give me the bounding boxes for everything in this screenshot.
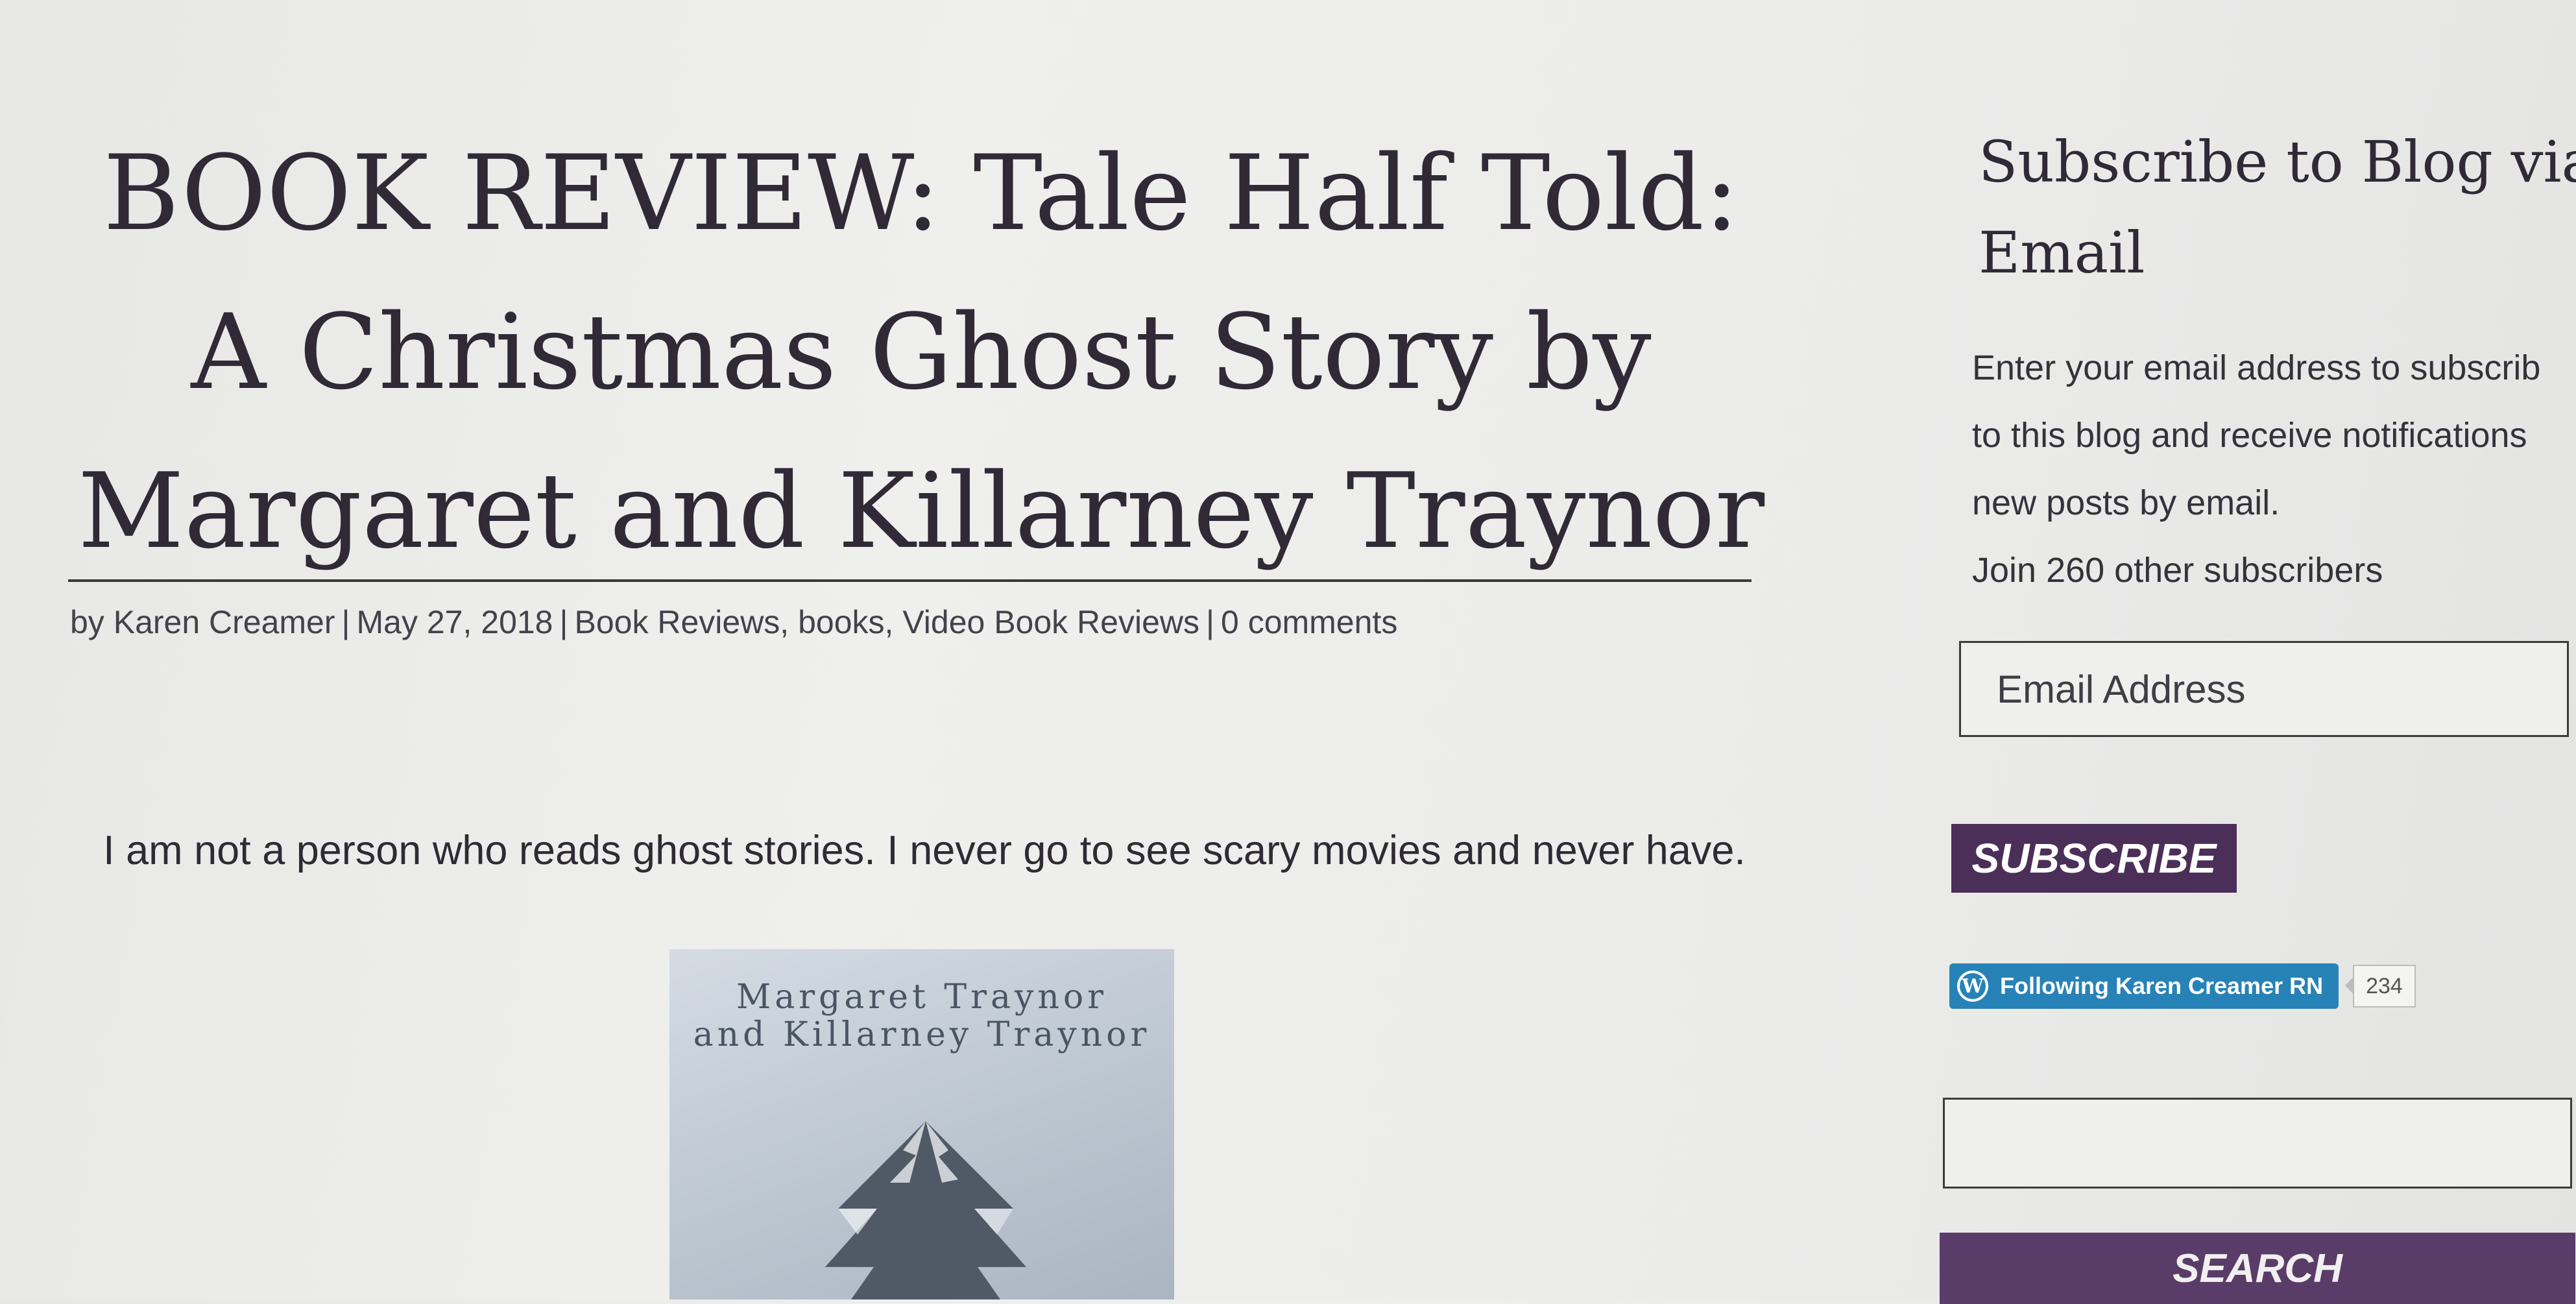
meta-by: by bbox=[70, 604, 104, 640]
cover-author-line-1: Margaret Traynor bbox=[736, 978, 1108, 1017]
follow-button-label: Following Karen Creamer RN bbox=[2000, 972, 2324, 999]
torn-paper-tree-art bbox=[825, 1121, 1026, 1299]
subscribe-button[interactable]: SUBSCRIBE bbox=[1951, 824, 2237, 893]
book-cover-image[interactable]: Margaret Traynor and Killarney Traynor bbox=[669, 949, 1174, 1299]
subscribe-desc-line-3: new posts by email. bbox=[1972, 483, 2280, 522]
search-button[interactable]: SEARCH bbox=[1940, 1233, 2575, 1304]
category-link-books[interactable]: books bbox=[798, 604, 884, 640]
post-date: May 27, 2018 bbox=[356, 604, 553, 640]
sidebar: Subscribe to Blog via Email Enter your e… bbox=[1940, 0, 2576, 1304]
cover-author-line-2: and Killarney Traynor bbox=[693, 1015, 1151, 1054]
wordpress-icon: W bbox=[1957, 971, 1988, 1002]
subscribe-desc-line-1: Enter your email address to subscrib bbox=[1972, 348, 2541, 387]
follow-button[interactable]: W Following Karen Creamer RN bbox=[1949, 963, 2339, 1009]
post-intro: I am not a person who reads ghost storie… bbox=[103, 828, 1746, 873]
subscribe-widget-title: Subscribe to Blog via Email bbox=[1979, 128, 2576, 286]
follower-count-badge: 234 bbox=[2345, 965, 2416, 1008]
subscriber-count: Join 260 other subscribers bbox=[1972, 551, 2383, 590]
comments-link[interactable]: 0 comments bbox=[1221, 604, 1397, 640]
post-meta: by Karen Creamer | May 27, 2018 | Book Revie… bbox=[70, 604, 1398, 640]
author-link[interactable]: Karen Creamer bbox=[114, 604, 335, 640]
follow-widget: W Following Karen Creamer RN 234 bbox=[1949, 963, 2416, 1009]
search-input[interactable] bbox=[1943, 1098, 2572, 1189]
subscribe-description: Enter your email address to subscrib to … bbox=[1972, 334, 2576, 604]
post-title: BOOK REVIEW: Tale Half Told: A Christmas… bbox=[77, 132, 1765, 572]
title-divider bbox=[68, 579, 1751, 582]
subscribe-desc-line-2: to this blog and receive notifications bbox=[1972, 416, 2527, 455]
category-link-video-book-reviews[interactable]: Video Book Reviews bbox=[902, 604, 1199, 640]
email-address-input[interactable] bbox=[1959, 641, 2569, 737]
cover-author: Margaret Traynor and Killarney Traynor bbox=[669, 978, 1174, 1054]
category-link-book-reviews[interactable]: Book Reviews bbox=[575, 604, 780, 640]
